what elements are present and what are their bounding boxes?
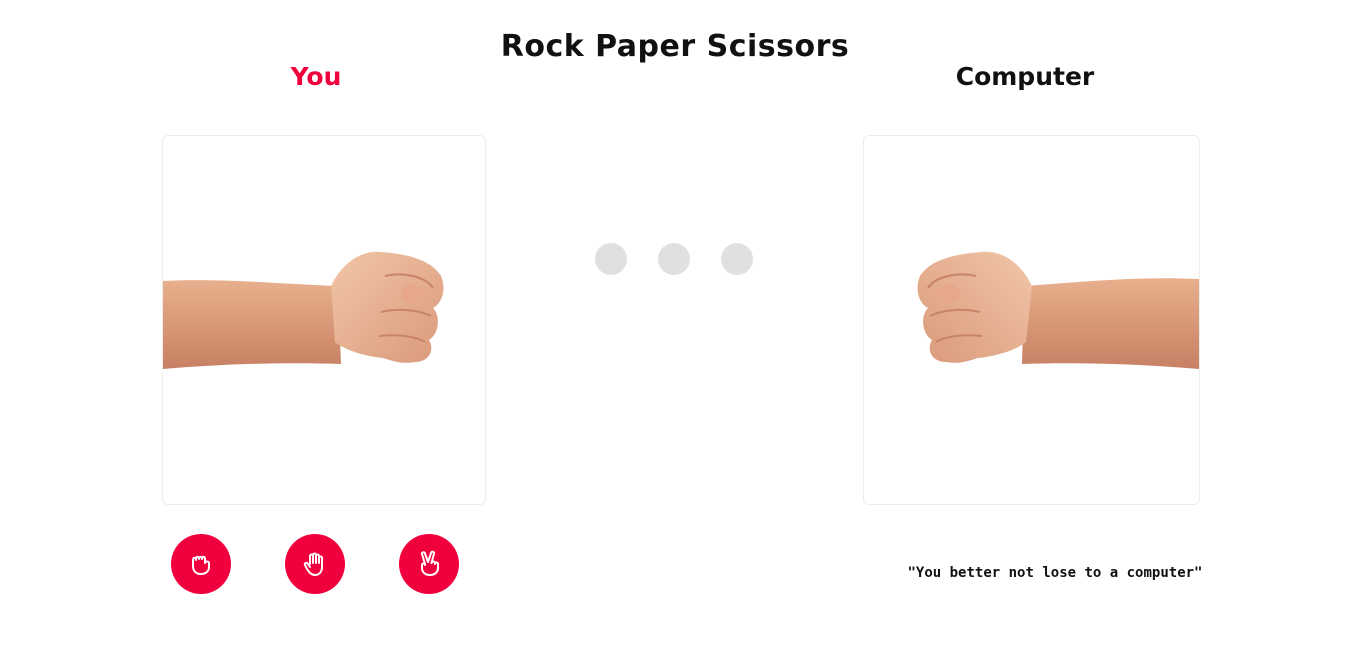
computer-fist-image: [917, 251, 1199, 369]
computer-hand-card: [863, 135, 1200, 505]
rock-button[interactable]: [171, 534, 231, 594]
open-hand-icon: [303, 552, 323, 576]
player-label: You: [290, 62, 342, 91]
player-fist-image: [163, 251, 444, 369]
fist-icon: [192, 555, 210, 575]
scissors-button[interactable]: [399, 534, 459, 594]
game-screen: Rock Paper Scissors You Computer "You be…: [0, 0, 1346, 646]
peace-hand-icon: [420, 550, 439, 576]
status-dot: [721, 243, 753, 275]
status-dot: [595, 243, 627, 275]
paper-button[interactable]: [285, 534, 345, 594]
computer-taunt: "You better not lose to a computer": [907, 565, 1203, 581]
player-hand-card: [162, 135, 486, 505]
status-dot: [658, 243, 690, 275]
computer-label: Computer: [955, 62, 1095, 91]
game-title: Rock Paper Scissors: [500, 29, 850, 64]
